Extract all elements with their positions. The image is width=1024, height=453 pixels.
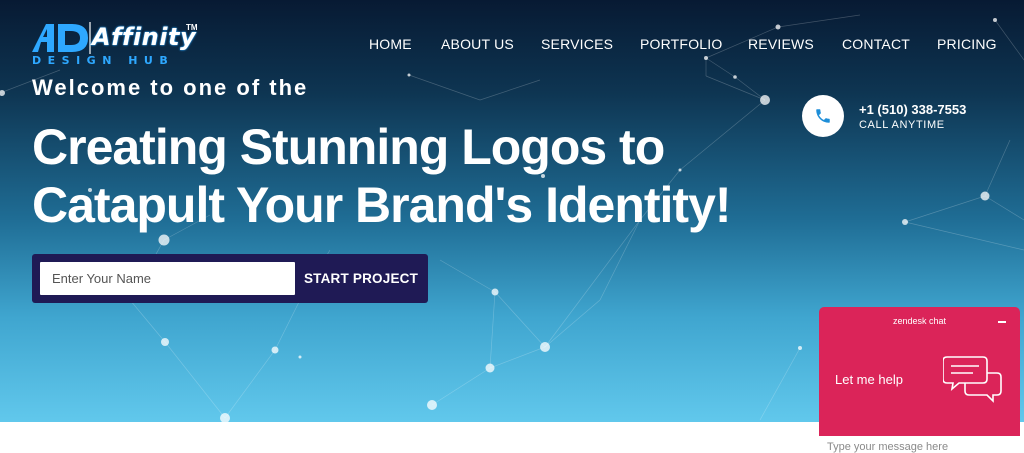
nav-item-home[interactable]: HOME bbox=[369, 36, 412, 52]
minimize-icon[interactable] bbox=[997, 318, 1007, 326]
nav-item-reviews[interactable]: REVIEWS bbox=[748, 36, 814, 52]
nav-item-pricing[interactable]: PRICING bbox=[937, 36, 997, 52]
chat-widget-title: zendesk chat bbox=[892, 316, 947, 326]
phone-number[interactable]: +1 (510) 338-7553 bbox=[859, 102, 966, 117]
start-project-form: START PROJECT bbox=[32, 254, 428, 303]
phone-button[interactable] bbox=[802, 95, 844, 137]
hero-headline-line-2: Catapult Your Brand's Identity! bbox=[32, 177, 732, 233]
nav-item-services[interactable]: SERVICES bbox=[541, 36, 613, 52]
nav-item-portfolio[interactable]: PORTFOLIO bbox=[640, 36, 722, 52]
brand-trademark: TM bbox=[186, 23, 198, 32]
hero-welcome-text: Welcome to one of the bbox=[32, 75, 309, 100]
phone-caption: CALL ANYTIME bbox=[859, 119, 945, 131]
start-project-button[interactable]: START PROJECT bbox=[298, 262, 424, 295]
chat-bubbles-icon bbox=[943, 356, 1002, 403]
phone-icon bbox=[816, 109, 830, 123]
nav-item-about-us[interactable]: ABOUT US bbox=[441, 36, 514, 52]
chat-message-input[interactable] bbox=[819, 436, 1020, 453]
hero-headline: Creating Stunning Logos to Catapult Your… bbox=[32, 118, 732, 234]
nav-item-contact[interactable]: CONTACT bbox=[842, 36, 910, 52]
chat-widget[interactable]: zendesk chat Let me help bbox=[819, 307, 1020, 453]
hero-headline-line-1: Creating Stunning Logos to bbox=[32, 119, 665, 175]
chat-prompt: Let me help bbox=[835, 372, 903, 387]
name-input[interactable] bbox=[40, 262, 295, 295]
main-nav: HOME ABOUT US SERVICES PORTFOLIO REVIEWS… bbox=[0, 36, 1024, 52]
brand-tagline: DESIGN HUB bbox=[32, 54, 175, 67]
